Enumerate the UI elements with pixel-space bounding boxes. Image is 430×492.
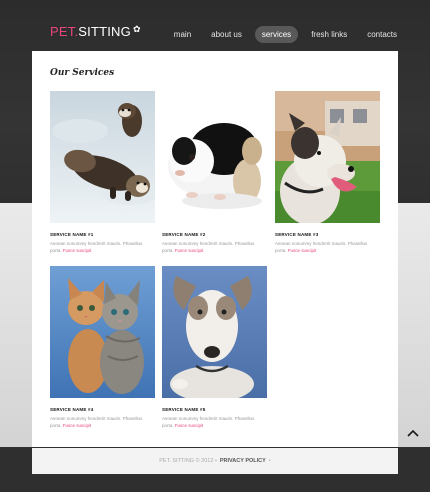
service-card: SERVICE NAME #2 Aenean nonummy hendrerit… (162, 91, 267, 254)
privacy-policy-link[interactable]: PRIVACY POLICY (220, 458, 266, 464)
service-description: Aenean nonummy hendrerit mauris. Phasell… (50, 416, 143, 428)
service-card: SERVICE NAME #3 Aenean nonummy hendrerit… (275, 91, 380, 254)
site-logo[interactable]: PET.SITTING ✿ (50, 24, 141, 39)
service-more-link[interactable]: Fusce suscipit (175, 248, 204, 253)
kittens-photo[interactable] (50, 266, 155, 398)
paw-icon: ✿ (132, 24, 141, 34)
footer-copyright: PET. SITTING © 2012 • (159, 458, 217, 464)
service-description: Aenean nonummy hendrerit mauris. Phasell… (162, 416, 255, 428)
service-title: SERVICE NAME #1 (50, 232, 94, 237)
scroll-top-icon[interactable] (405, 425, 421, 441)
ferret-photo[interactable] (50, 91, 155, 223)
service-card: SERVICE NAME #4 Aenean nonummy hendrerit… (50, 266, 155, 429)
main-nav: main about us services fresh links conta… (167, 26, 404, 43)
logo-pet: PET. (50, 24, 79, 39)
footer: PET. SITTING © 2012 • PRIVACY POLICY • (32, 448, 398, 474)
footer-dot: • (268, 458, 271, 464)
service-title: SERVICE NAME #3 (275, 232, 319, 237)
section-title: Our Services (50, 68, 115, 78)
service-card: SERVICE NAME #5 Aenean nonummy hendrerit… (162, 266, 267, 429)
nav-item-contacts[interactable]: contacts (360, 26, 404, 43)
service-more-link[interactable]: Fusce suscipit (63, 423, 92, 428)
service-title: SERVICE NAME #2 (162, 232, 206, 237)
service-card: SERVICE NAME #1 Aenean nonummy hendrerit… (50, 91, 155, 254)
service-more-link[interactable]: Fusce suscipit (175, 423, 204, 428)
content-panel: Our Services SERVICE NAME #1 Aenean nonu… (32, 51, 398, 447)
puppy-photo[interactable] (162, 266, 267, 398)
nav-item-main[interactable]: main (167, 26, 198, 43)
logo-sitting: SITTING (78, 24, 131, 39)
service-more-link[interactable]: Fusce suscipit (288, 248, 317, 253)
dog-photo[interactable] (275, 91, 380, 223)
nav-item-about-us[interactable]: about us (204, 26, 249, 43)
service-description: Aenean nonummy hendrerit mauris. Phasell… (50, 241, 143, 253)
guinea-pig-photo[interactable] (162, 91, 267, 223)
service-description: Aenean nonummy hendrerit mauris. Phasell… (162, 241, 255, 253)
service-title: SERVICE NAME #4 (50, 407, 94, 412)
nav-item-services[interactable]: services (254, 26, 299, 43)
service-more-link[interactable]: Fusce suscipit (63, 248, 92, 253)
nav-item-fresh-links[interactable]: fresh links (304, 26, 354, 43)
service-description: Aenean nonummy hendrerit mauris. Phasell… (275, 241, 368, 253)
service-title: SERVICE NAME #5 (162, 407, 206, 412)
